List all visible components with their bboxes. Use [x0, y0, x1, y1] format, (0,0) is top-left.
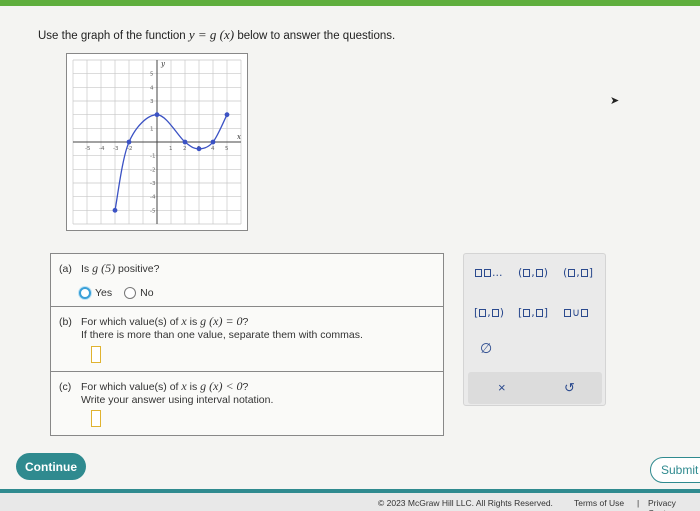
half-open-left-button[interactable]: [,) [474, 306, 504, 319]
math-palette: ... (,) (,] [,) [,] ∪ ∅ × ↺ [463, 253, 606, 406]
question-c-label: (c) [59, 381, 72, 393]
comma-list-button[interactable]: ... [474, 266, 503, 279]
x-tick-label: 5 [225, 146, 229, 152]
y-tick-label: 5 [150, 72, 154, 78]
submit-button[interactable]: Submit [650, 457, 700, 483]
mouse-cursor-icon: ➤ [610, 95, 620, 107]
question-c-panel: (c) For which value(s) of x is g (x) < 0?… [50, 371, 444, 436]
top-accent-bar [0, 0, 700, 6]
question-a-text: (a) Is g (5) positive? [59, 262, 159, 276]
question-c-instruction: Write your answer using interval notatio… [81, 394, 274, 406]
question-a-start: Is [81, 263, 93, 275]
y-tick-label: 1 [150, 126, 154, 132]
question-a-label: (a) [59, 263, 72, 275]
question-b-mid: is [186, 316, 201, 328]
question-b-expr: g (x) = 0 [200, 314, 243, 328]
curve-point [210, 139, 216, 145]
union-button[interactable]: ∪ [563, 306, 589, 319]
answer-b-input[interactable] [91, 346, 101, 363]
y-tick-label: -3 [150, 181, 156, 187]
question-c-expr: g (x) < 0 [200, 379, 243, 393]
radio-no[interactable] [124, 287, 137, 299]
x-axis-label: x [237, 133, 241, 141]
copyright-text: © 2023 McGraw Hill LLC. All Rights Reser… [378, 498, 553, 508]
question-b-instruction: If there is more than one value, separat… [81, 329, 363, 341]
prompt-text-end: below to answer the questions. [234, 30, 396, 42]
prompt-function: y = g (x) [188, 27, 235, 42]
question-a-expr: g (5) [92, 261, 116, 275]
question-c-start: For which value(s) of [81, 381, 182, 393]
y-tick-label: -4 [150, 195, 156, 201]
question-a-options: Yes No [79, 287, 162, 299]
curve-point [154, 112, 160, 118]
x-tick-label: -5 [85, 146, 91, 152]
question-a-panel: (a) Is g (5) positive? Yes No [50, 253, 444, 306]
prompt-text-start: Use the graph of the function [38, 30, 189, 42]
y-tick-label: 3 [150, 99, 154, 105]
question-b-label: (b) [59, 316, 72, 328]
question-b-start: For which value(s) of [81, 316, 182, 328]
open-interval-button[interactable]: (,) [518, 266, 548, 279]
half-open-right-button[interactable]: (,] [563, 266, 593, 279]
x-tick-label: -4 [99, 146, 105, 152]
option-no[interactable]: No [124, 287, 154, 299]
y-tick-label: -2 [150, 167, 155, 173]
curve-point [126, 139, 132, 145]
empty-set-button[interactable]: ∅ [480, 341, 492, 357]
empty-set-icon: ∅ [480, 341, 493, 357]
x-tick-label: 1 [169, 146, 173, 152]
question-a-end: positive? [115, 263, 160, 275]
question-prompt: Use the graph of the function y = g (x) … [38, 27, 395, 43]
x-tick-label: 4 [211, 146, 215, 152]
clear-icon[interactable]: × [498, 380, 506, 395]
option-yes-label: Yes [95, 287, 113, 299]
answer-c-input[interactable] [91, 410, 101, 427]
closed-interval-button[interactable]: [,] [518, 306, 548, 319]
x-tick-label: 2 [183, 146, 187, 152]
x-tick-label: -3 [113, 146, 119, 152]
curve-point [182, 139, 188, 145]
option-no-label: No [140, 287, 154, 299]
curve-point [224, 112, 230, 118]
radio-yes[interactable] [79, 287, 91, 299]
y-axis-label: y [160, 60, 166, 68]
palette-toolbar: × ↺ [468, 372, 602, 404]
terms-link[interactable]: Terms of Use [574, 498, 624, 508]
question-b-end: ? [242, 316, 249, 328]
question-c-text: (c) For which value(s) of x is g (x) < 0?… [59, 380, 273, 407]
curve-point [112, 207, 118, 213]
footer-separator: | [637, 498, 640, 508]
graph-canvas: xy-5-4-3-2123455431-1-2-3-4-5 [72, 59, 242, 225]
ellipsis-text: ... [492, 266, 503, 279]
question-b-panel: (b) For which value(s) of x is g (x) = 0?… [50, 306, 444, 371]
question-c-mid: is [186, 381, 201, 393]
question-c-end: ? [242, 381, 249, 393]
curve-point [196, 146, 202, 152]
footer: © 2023 McGraw Hill LLC. All Rights Reser… [0, 489, 700, 511]
continue-button[interactable]: Continue [16, 453, 86, 480]
privacy-link[interactable]: Privacy Center [648, 498, 700, 511]
question-b-text: (b) For which value(s) of x is g (x) = 0?… [59, 315, 363, 342]
y-tick-label: -1 [150, 154, 155, 160]
y-tick-label: 4 [150, 85, 154, 91]
function-graph: xy-5-4-3-2123455431-1-2-3-4-5 [66, 53, 248, 231]
y-tick-label: -5 [150, 208, 156, 214]
option-yes[interactable]: Yes [79, 287, 112, 299]
undo-icon[interactable]: ↺ [564, 380, 575, 396]
